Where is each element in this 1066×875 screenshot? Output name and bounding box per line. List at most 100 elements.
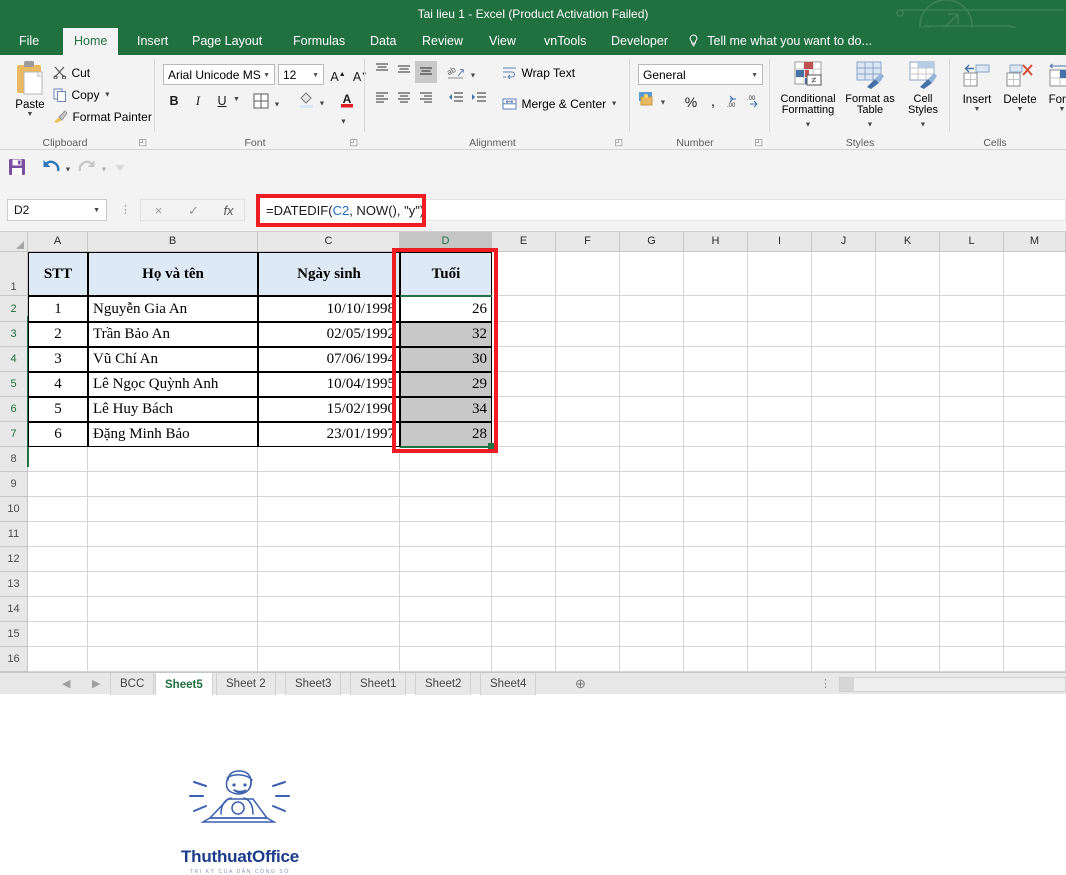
grid-cell[interactable] [748,372,812,397]
grid-cell[interactable] [876,597,940,622]
cell-b1[interactable]: Họ và tên [88,252,258,296]
number-format-combo[interactable]: General ▼ [638,64,763,85]
grid-cell[interactable] [684,472,748,497]
sheet-nav-prev-button[interactable]: ◀ [62,677,70,690]
cut-button[interactable]: Cut [53,64,90,82]
grid-cell[interactable] [684,252,748,296]
grid-cell[interactable] [940,447,1004,472]
insert-cells-caret[interactable]: ▼ [956,106,998,113]
grid-cell[interactable] [400,572,492,597]
grid-cell[interactable] [258,472,400,497]
grid-cell[interactable] [28,597,88,622]
grid-cell[interactable] [88,522,258,547]
format-painter-button[interactable]: Format Painter [53,108,152,126]
grid-cell[interactable] [940,597,1004,622]
increase-decimal-button[interactable]: .00 [726,95,742,113]
grid-cell[interactable] [556,397,620,422]
grid-cell[interactable] [620,622,684,647]
grid-cell[interactable] [684,647,748,672]
grid-cell[interactable] [88,597,258,622]
clipboard-dialog-launcher[interactable]: ◰ [138,137,147,148]
increase-indent-button[interactable] [468,89,490,111]
grid-cell[interactable] [400,547,492,572]
grid-cell[interactable] [684,572,748,597]
cell-b5[interactable]: Lê Ngọc Quỳnh Anh [88,372,258,397]
tab-view[interactable]: View [478,28,527,55]
grid-cell[interactable] [684,322,748,347]
grid-cell[interactable] [492,422,556,447]
row-header-16[interactable]: 16 [0,647,28,672]
font-name-caret[interactable]: ▼ [263,65,270,86]
grid-cell[interactable] [88,622,258,647]
grid-cell[interactable] [400,447,492,472]
insert-function-button[interactable]: fx [211,200,246,222]
cell-c6[interactable]: 15/02/1990 [258,397,400,422]
grid-cell[interactable] [940,522,1004,547]
grid-cell[interactable] [812,322,876,347]
horizontal-scrollbar[interactable] [839,677,1066,692]
column-header-b[interactable]: B [88,232,258,252]
grid-cell[interactable] [876,252,940,296]
cell-a4[interactable]: 3 [28,347,88,372]
grid-cell[interactable] [492,252,556,296]
grid-cell[interactable] [1004,447,1066,472]
grid-cell[interactable] [556,647,620,672]
format-as-table-caret[interactable]: ▼ [867,121,874,128]
row-header-5[interactable]: 5 [0,372,28,397]
grid-cell[interactable] [684,622,748,647]
sheet-tab-sheet1[interactable]: Sheet1 [350,673,407,695]
column-header-d[interactable]: D [400,232,492,252]
format-as-table-button[interactable]: Format as Table ▼ [842,61,898,134]
grid-cell[interactable] [400,472,492,497]
grid-cell[interactable] [812,597,876,622]
fill-handle[interactable] [488,443,494,449]
grid-cell[interactable] [556,447,620,472]
grid-cell[interactable] [620,347,684,372]
grid-cell[interactable] [556,472,620,497]
grid-cell[interactable] [684,497,748,522]
grid-cell[interactable] [492,547,556,572]
grid-cell[interactable] [876,647,940,672]
sheet-tab-sheet5[interactable]: Sheet5 [155,673,213,695]
grid-cell[interactable] [492,647,556,672]
grid-cell[interactable] [556,622,620,647]
grid-cell[interactable] [620,447,684,472]
fill-color-caret[interactable]: ▼ [318,100,325,107]
sheet-nav-next-button[interactable]: ▶ [92,677,100,690]
grid-cell[interactable] [556,372,620,397]
sheet-tab-sheet2[interactable]: Sheet2 [415,673,472,695]
grid-cell[interactable] [812,522,876,547]
grid-cell[interactable] [28,647,88,672]
column-header-f[interactable]: F [556,232,620,252]
paste-dropdown-caret[interactable]: ▼ [8,111,52,118]
grid-cell[interactable] [620,252,684,296]
grid-cell[interactable] [1004,252,1066,296]
grid-cell[interactable] [940,622,1004,647]
column-header-a[interactable]: A [28,232,88,252]
grid-cell[interactable] [876,547,940,572]
cell-a3[interactable]: 2 [28,322,88,347]
grid-cell[interactable] [876,472,940,497]
tab-page-layout[interactable]: Page Layout [181,28,273,55]
grid-cell[interactable] [556,497,620,522]
align-bottom-button[interactable] [415,61,437,83]
grid-cell[interactable] [620,422,684,447]
paste-button[interactable]: Paste ▼ [8,60,52,118]
grid-cell[interactable] [684,547,748,572]
grid-cell[interactable] [400,597,492,622]
grid-cell[interactable] [684,296,748,322]
grid-cell[interactable] [812,572,876,597]
grid-cell[interactable] [940,547,1004,572]
cell-d5[interactable]: 29 [400,372,492,397]
wrap-text-button[interactable]: Wrap Text [502,64,575,82]
font-dialog-launcher[interactable]: ◰ [349,137,358,148]
redo-button[interactable]: ▼ [78,158,107,179]
grid-cell[interactable] [620,547,684,572]
grid-cell[interactable] [748,296,812,322]
grid-cell[interactable] [812,472,876,497]
insert-cells-button[interactable]: Insert ▼ [956,63,998,113]
grid-cell[interactable] [556,572,620,597]
grid-cell[interactable] [1004,622,1066,647]
comma-style-button[interactable]: , [702,91,724,113]
conditional-formatting-caret[interactable]: ▼ [805,121,812,128]
